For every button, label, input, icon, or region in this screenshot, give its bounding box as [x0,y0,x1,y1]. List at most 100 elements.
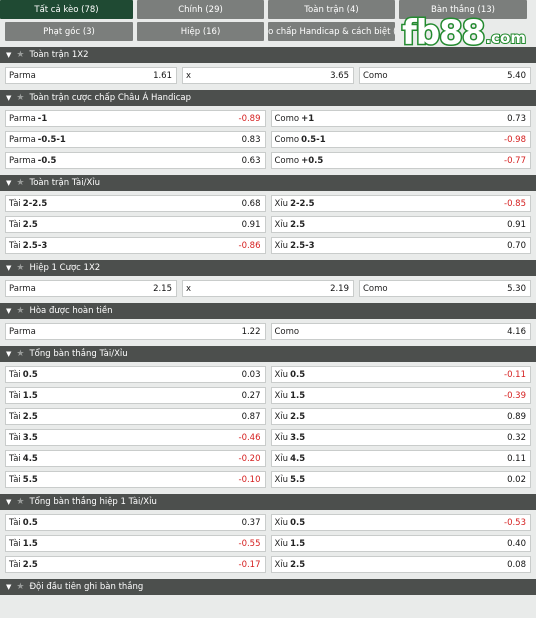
star-icon[interactable]: ★ [16,50,24,60]
odds-cell[interactable]: Tài 1.5 0.27 [5,387,266,404]
odds-cell[interactable]: Como +0.5 -0.77 [270,152,531,169]
odds-row: Tài 1.5 -0.55 Xỉu 1.5 0.40 [5,535,531,552]
section-header[interactable]: ▼ ★ Toàn trận 1X2 [0,47,536,63]
star-icon[interactable]: ★ [16,582,24,592]
odds-cell[interactable]: Como +1 0.73 [270,110,531,127]
odds-value: -0.89 [238,113,261,124]
odds-cell[interactable]: Xỉu 2-2.5 -0.85 [270,195,531,212]
selection-name: Como +1 [275,114,315,124]
selection-label: Parma [9,283,36,294]
section-header[interactable]: ▼ ★ Tổng bàn thắng hiệp 1 Tài/Xỉu [0,494,536,510]
odds-value: 0.08 [507,559,526,570]
odds-cell[interactable]: Como 4.16 [270,323,531,340]
star-icon[interactable]: ★ [16,93,24,103]
star-icon[interactable]: ★ [16,349,24,359]
selection-name: Xỉu 5.5 [275,475,306,485]
odds-cell[interactable]: Tài 2.5 0.87 [5,408,266,425]
section-header[interactable]: ▼ ★ Toàn trận cược chấp Châu Á Handicap [0,90,536,106]
star-icon[interactable]: ★ [16,263,24,273]
selection-line: 0.5 [22,517,38,528]
tab-all-markets[interactable]: Tất cả kèo (78) [0,0,133,19]
selection-label: x [186,283,192,294]
odds-cell[interactable]: Xỉu 1.5 -0.39 [270,387,531,404]
tab-main[interactable]: Chính (29) [137,0,264,19]
odds-cell[interactable]: Tài 1.5 -0.55 [5,535,266,552]
odds-value: 0.68 [241,198,261,209]
odds-cell[interactable]: Xỉu 0.5 -0.11 [270,366,531,383]
odds-cell[interactable]: Xỉu 2.5 0.89 [270,408,531,425]
section-title: Tổng bàn thắng Tài/Xỉu [29,349,128,359]
odds-cell[interactable]: Xỉu 3.5 0.32 [270,429,531,446]
odds-cell[interactable]: Xỉu 2.5 0.08 [270,556,531,573]
odds-row: Parma -0.5-1 0.83 Como 0.5-1 -0.98 [5,131,531,148]
odds-cell[interactable]: Tài 5.5 -0.10 [5,471,266,488]
selection-line: 4.5 [22,453,38,464]
collapse-icon[interactable]: ▼ [6,51,11,59]
odds-cell[interactable]: Parma -0.5-1 0.83 [5,131,266,148]
collapse-icon[interactable]: ▼ [6,264,11,272]
odds-row: Parma 1.22 Como 4.16 [5,323,531,340]
odds-cell[interactable]: Como 0.5-1 -0.98 [270,131,531,148]
odds-value: -0.98 [504,134,526,145]
star-icon[interactable]: ★ [16,306,24,316]
tab-handicap[interactable]: Kèo chấp Handicap & cách biệt (3) [268,22,395,41]
odds-cell[interactable]: Xỉu 2.5 0.91 [270,216,531,233]
odds-cell[interactable]: Tài 4.5 -0.20 [5,450,266,467]
selection-label: Xỉu [274,559,289,570]
odds-cell[interactable]: Como 5.30 [359,280,531,297]
selection-label: Tài [9,453,21,464]
star-icon[interactable]: ★ [16,497,24,507]
odds-cell[interactable]: x 2.19 [182,280,354,297]
collapse-icon[interactable]: ▼ [6,350,11,358]
tab-full-time[interactable]: Toàn trận (4) [268,0,395,19]
odds-value: 4.16 [507,326,526,337]
collapse-icon[interactable]: ▼ [6,498,11,506]
markets-list: ▼ ★ Toàn trận 1X2 Parma 1.61 x 3.65 Como 5.40 ▼ ★ T… [0,47,536,601]
collapse-icon[interactable]: ▼ [6,94,11,102]
collapse-icon[interactable]: ▼ [6,583,11,591]
odds-cell[interactable]: Tài 0.5 0.03 [5,366,266,383]
selection-name: Tài 1.5 [9,391,38,401]
collapse-icon[interactable]: ▼ [6,179,11,187]
tab-corners[interactable]: Phạt góc (3) [5,22,133,41]
selection-label: Parma [9,155,36,166]
market-section: ▼ ★ Đội đầu tiên ghi bàn thắng [0,579,536,595]
selection-line: 1.5 [290,390,306,401]
selection-label: Parma [9,134,36,145]
selection-name: Como [275,327,302,337]
odds-value: 5.30 [507,283,526,294]
odds-cell[interactable]: Tài 2.5-3 -0.86 [5,237,266,254]
odds-row: Tài 2-2.5 0.68 Xỉu 2-2.5 -0.85 [5,195,531,212]
section-title: Hòa được hoàn tiền [29,306,113,316]
odds-cell[interactable]: Parma -1 -0.89 [5,110,266,127]
odds-cell[interactable]: Xỉu 4.5 0.11 [270,450,531,467]
section-header[interactable]: ▼ ★ Toàn trận Tài/Xỉu [0,175,536,191]
odds-cell[interactable]: Tài 2-2.5 0.68 [5,195,266,212]
tab-halves[interactable]: Hiệp (16) [137,22,264,41]
odds-cell[interactable]: Parma 2.15 [5,280,177,297]
section-header[interactable]: ▼ ★ Hòa được hoàn tiền [0,303,536,319]
odds-cell[interactable]: Xỉu 5.5 0.02 [270,471,531,488]
odds-cell[interactable]: Xỉu 1.5 0.40 [270,535,531,552]
section-header[interactable]: ▼ ★ Tổng bàn thắng Tài/Xỉu [0,346,536,362]
odds-cell[interactable]: Tài 0.5 0.37 [5,514,266,531]
odds-cell[interactable]: Tài 2.5 -0.17 [5,556,266,573]
odds-cell[interactable]: Como 5.40 [359,67,531,84]
odds-cell[interactable]: x 3.65 [182,67,354,84]
odds-cell[interactable]: Xỉu 2.5-3 0.70 [270,237,531,254]
odds-value: 0.27 [241,390,261,401]
star-icon[interactable]: ★ [16,178,24,188]
selection-name: Parma -0.5 [9,156,56,166]
section-header[interactable]: ▼ ★ Hiệp 1 Cược 1X2 [0,260,536,276]
odds-cell[interactable]: Parma 1.61 [5,67,177,84]
odds-cell[interactable]: Tài 2.5 0.91 [5,216,266,233]
odds-cell[interactable]: Tài 3.5 -0.46 [5,429,266,446]
odds-cell[interactable]: Parma 1.22 [5,323,266,340]
selection-line: 0.5-1 [301,134,326,145]
collapse-icon[interactable]: ▼ [6,307,11,315]
odds-cell[interactable]: Parma -0.5 0.63 [5,152,266,169]
odds-cell[interactable]: Xỉu 0.5 -0.53 [270,514,531,531]
odds-value: -0.86 [238,240,261,251]
section-header[interactable]: ▼ ★ Đội đầu tiên ghi bàn thắng [0,579,536,595]
selection-label: Tài [9,432,21,443]
